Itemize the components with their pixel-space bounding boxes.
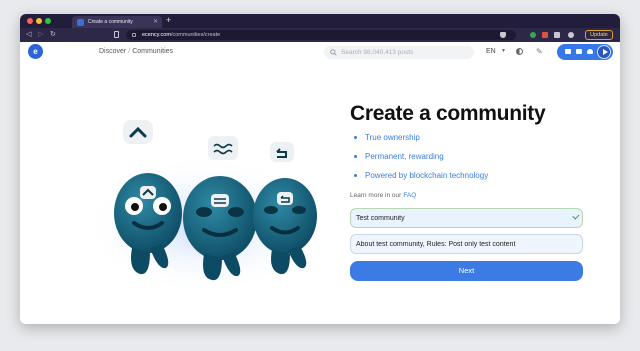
learn-more-prefix: Learn more in our (350, 192, 402, 199)
feature-item: Permanent, rewarding (354, 152, 488, 171)
feature-list: True ownership Permanent, rewarding Powe… (354, 133, 488, 190)
page-title: Create a community (350, 102, 546, 125)
tab-bar: Create a community ✕ + (20, 14, 620, 28)
breadcrumb-communities[interactable]: Communities (132, 48, 173, 55)
close-window-button[interactable] (27, 18, 33, 24)
bookmark-icon[interactable] (114, 31, 119, 38)
profile-icon[interactable] (568, 32, 574, 38)
avatar[interactable] (597, 45, 611, 59)
puzzle-icon[interactable] (554, 32, 560, 38)
brave-shield-icon[interactable] (500, 32, 506, 38)
breadcrumb-separator: / (128, 48, 131, 55)
feature-item: True ownership (354, 133, 488, 152)
next-button[interactable]: Next (350, 261, 583, 281)
bullet-icon (354, 155, 357, 158)
ecency-logo[interactable]: e (28, 44, 43, 59)
theme-toggle-icon[interactable] (516, 48, 523, 55)
minimize-window-button[interactable] (36, 18, 42, 24)
bookmarks-icon[interactable] (576, 49, 582, 54)
extension-icon[interactable] (542, 32, 548, 38)
lock-icon (132, 33, 136, 37)
page: e Discover/Communities EN ▼ ✎ (20, 42, 620, 324)
bullet-icon (354, 174, 357, 177)
extension-icon[interactable] (530, 32, 536, 38)
browser-window: Create a community ✕ + ◁ ▷ ↻ ecency.com/… (20, 14, 620, 324)
search-input[interactable] (341, 49, 461, 56)
feature-text: Permanent, rewarding (365, 152, 444, 161)
search-icon (330, 49, 337, 56)
url-field[interactable]: ecency.com/communities/create (126, 30, 516, 40)
faq-link[interactable]: FAQ (403, 192, 416, 199)
bullet-icon (354, 136, 357, 139)
forward-icon[interactable]: ▷ (38, 30, 43, 38)
favicon-icon (77, 18, 84, 26)
back-icon[interactable]: ◁ (26, 30, 31, 38)
edit-icon[interactable]: ✎ (536, 47, 543, 56)
user-menu[interactable] (557, 44, 613, 60)
url-path: /communities/create (170, 32, 221, 38)
new-tab-button[interactable]: + (166, 15, 171, 25)
community-title-input[interactable] (350, 208, 583, 228)
tab-active[interactable]: Create a community ✕ (72, 16, 162, 28)
tab-title: Create a community (88, 19, 133, 25)
search-bar[interactable] (324, 46, 474, 59)
wallet-icon[interactable] (565, 49, 571, 54)
maximize-window-button[interactable] (45, 18, 51, 24)
breadcrumb-discover[interactable]: Discover (99, 48, 126, 55)
url-text: ecency.com/communities/create (142, 32, 220, 38)
learn-more-text: Learn more in our FAQ (350, 192, 416, 199)
community-illustration (85, 120, 325, 288)
language-selector[interactable]: EN (486, 48, 496, 55)
feature-text: True ownership (365, 133, 420, 142)
feature-text: Powered by blockchain technology (365, 171, 489, 180)
reload-icon[interactable]: ↻ (50, 30, 56, 38)
update-button[interactable]: Update (585, 30, 613, 40)
chevron-down-icon[interactable]: ▼ (501, 48, 506, 54)
address-bar: ◁ ▷ ↻ ecency.com/communities/create Upda… (20, 28, 620, 42)
speech-bubble-icon (123, 120, 294, 162)
tab-close-icon[interactable]: ✕ (153, 18, 158, 25)
notification-icon[interactable] (587, 49, 593, 54)
breadcrumb: Discover / Communities (99, 48, 173, 55)
community-about-input[interactable] (350, 234, 583, 254)
feature-item: Powered by blockchain technology (354, 171, 488, 190)
url-domain: ecency.com (142, 32, 171, 38)
